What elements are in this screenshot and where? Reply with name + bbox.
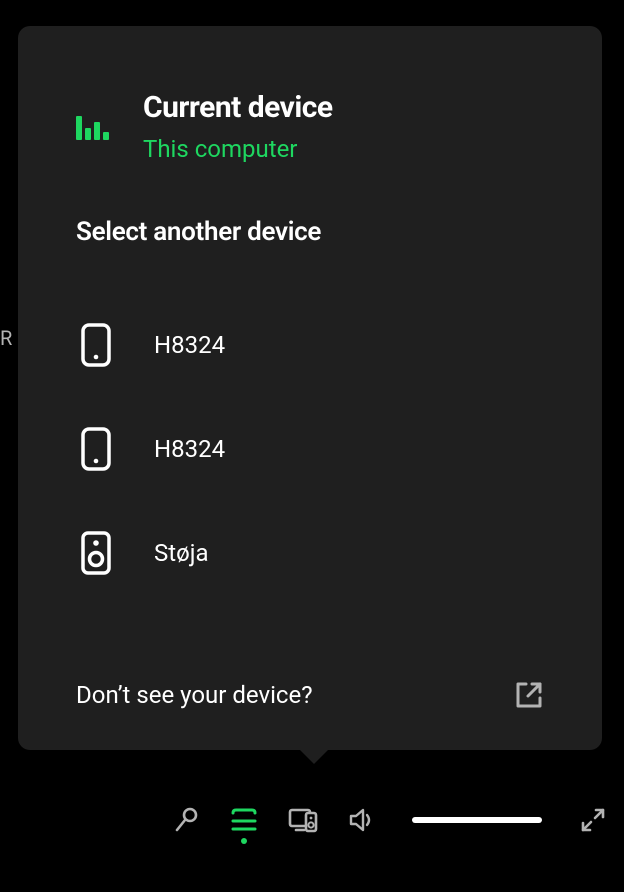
equalizer-icon: [76, 114, 109, 140]
external-link-icon: [514, 680, 544, 710]
connect-devices-button[interactable]: [288, 807, 318, 833]
fullscreen-button[interactable]: [580, 807, 606, 833]
device-item-phone[interactable]: H8324: [76, 293, 544, 397]
device-label: H8324: [154, 435, 225, 463]
device-label: H8324: [154, 331, 225, 359]
current-device-heading: Current device: [143, 90, 333, 125]
help-link[interactable]: Don’t see your device?: [76, 660, 544, 710]
device-item-speaker[interactable]: Støja: [76, 501, 544, 605]
device-list: H8324 H8324 Støja: [76, 293, 544, 605]
background-clipped-text: R: [0, 326, 12, 350]
phone-icon: [80, 427, 112, 471]
device-picker-popup: Current device This computer Select anot…: [18, 26, 602, 750]
phone-icon: [80, 323, 112, 367]
help-text: Don’t see your device?: [76, 681, 313, 709]
lyrics-button[interactable]: [172, 806, 200, 834]
queue-button[interactable]: [230, 808, 258, 832]
device-label: Støja: [154, 539, 209, 567]
speaker-icon: [80, 531, 112, 575]
current-device-row: Current device This computer: [76, 90, 544, 163]
player-bottom-bar: [0, 796, 624, 844]
volume-button[interactable]: [348, 807, 376, 833]
select-another-heading: Select another device: [76, 217, 544, 247]
current-device-name: This computer: [143, 135, 333, 163]
current-device-texts: Current device This computer: [143, 90, 333, 163]
volume-slider[interactable]: [412, 817, 542, 823]
device-item-phone[interactable]: H8324: [76, 397, 544, 501]
